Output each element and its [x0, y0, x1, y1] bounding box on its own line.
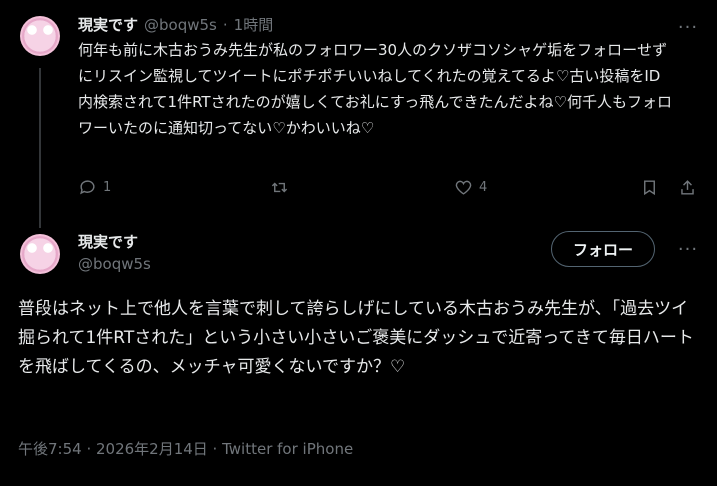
- follow-button[interactable]: フォロー: [551, 231, 655, 267]
- reply-tweet-actions: 1 4: [78, 178, 698, 202]
- retweet-button[interactable]: [270, 178, 295, 197]
- handle[interactable]: @boqw5s: [78, 252, 151, 276]
- display-name[interactable]: 現実です: [78, 14, 138, 35]
- reply-button[interactable]: 1: [78, 178, 111, 197]
- handle[interactable]: @boqw5s: [144, 16, 217, 34]
- client-link[interactable]: Twitter for iPhone: [222, 440, 353, 458]
- thread-line: [39, 68, 41, 228]
- display-name[interactable]: 現実です: [78, 232, 151, 252]
- tweet-timestamp[interactable]: 午後7:54 · 2026年2月14日 ·: [18, 440, 222, 458]
- more-icon[interactable]: ···: [676, 241, 700, 259]
- retweet-icon: [271, 182, 288, 193]
- separator: ·: [222, 15, 228, 34]
- main-tweet-text: 普段はネット上で他人を言葉で刺して誇らしげにしている木古おうみ先生が、「過去ツイ…: [18, 299, 694, 377]
- bookmark-button[interactable]: [640, 178, 659, 197]
- tweet-metadata: 午後7:54 · 2026年2月14日 · Twitter for iPhone: [18, 438, 353, 459]
- reply-icon: [80, 180, 95, 195]
- more-icon[interactable]: ···: [676, 19, 700, 37]
- reply-tweet-header: 現実です @boqw5s · 1時間: [78, 14, 273, 35]
- like-icon: [455, 180, 472, 195]
- reply-count: 1: [103, 180, 112, 195]
- share-icon: [681, 180, 694, 195]
- avatar[interactable]: [20, 16, 60, 56]
- like-count: 4: [479, 180, 488, 195]
- main-tweet-header: 現実です @boqw5s: [78, 232, 151, 276]
- avatar[interactable]: [20, 234, 60, 274]
- bookmark-icon: [644, 180, 655, 196]
- share-button[interactable]: [678, 178, 697, 197]
- reply-tweet-text: 何年も前に木古おうみ先生が私のフォロワー30人のクソザコソシャゲ垢をフォローせず…: [78, 41, 672, 137]
- like-button[interactable]: 4: [454, 178, 487, 197]
- tweet-time[interactable]: 1時間: [234, 14, 274, 35]
